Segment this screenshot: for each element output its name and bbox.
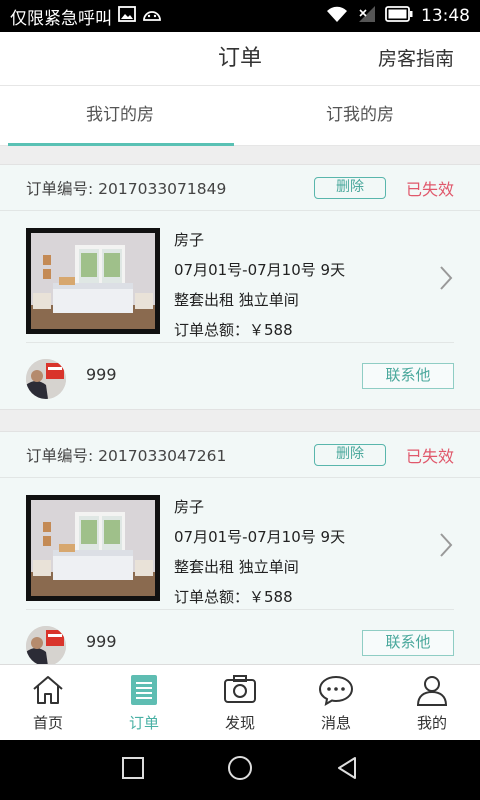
status-badge: 已失效 — [405, 179, 454, 199]
user-icon — [384, 674, 480, 708]
order-info: 房子 07月01号-07月10号 9天 整套出租 独立单间 订单总额：￥588 — [174, 492, 345, 612]
order-card: 订单编号: 2017033071849 删除 已失效 房子 07月01号-07月… — [0, 164, 480, 410]
delete-button[interactable]: 删除 — [313, 176, 386, 199]
nav-home-label: 首页 — [32, 714, 63, 732]
message-icon — [288, 674, 384, 708]
nav-messages[interactable]: 消息 — [288, 665, 384, 740]
system-nav-bar — [0, 740, 480, 800]
nav-orders[interactable]: 订单 — [96, 665, 192, 740]
contact-host-button[interactable]: 联系他 — [362, 630, 454, 656]
battery-icon — [385, 5, 413, 27]
house-photo — [26, 495, 160, 601]
order-list[interactable]: 订单编号: 2017033071849 删除 已失效 房子 07月01号-07月… — [0, 146, 480, 664]
order-tabs: 我订的房 订我的房 — [0, 86, 480, 146]
stay-dates: 07月01号-07月10号 9天 — [174, 261, 346, 279]
order-card: 订单编号: 2017033047261 删除 已失效 房子 07月01号-07月… — [0, 431, 480, 664]
tab-booked-by-others[interactable]: 订我的房 — [240, 86, 480, 145]
order-card-header: 订单编号: 2017033071849 删除 已失效 — [0, 165, 480, 211]
house-name: 房子 — [174, 231, 205, 249]
order-total: 订单总额：￥588 — [174, 321, 293, 339]
house-photo — [26, 228, 160, 334]
house-name: 房子 — [174, 498, 205, 516]
order-number: 订单编号: 2017033071849 — [26, 179, 227, 198]
wifi-icon — [325, 5, 349, 28]
rental-type: 整套出租 独立单间 — [174, 558, 299, 576]
home-icon — [0, 674, 96, 708]
stay-dates: 07月01号-07月10号 9天 — [174, 528, 346, 546]
image-notification-icon — [118, 5, 136, 27]
home-button-icon[interactable] — [226, 754, 254, 786]
host-name: 999 — [86, 365, 117, 384]
nav-discover-label: 发现 — [224, 714, 255, 732]
order-detail-row[interactable]: 房子 07月01号-07月10号 9天 整套出租 独立单间 订单总额：￥588 — [26, 211, 454, 343]
carrier-text: 仅限紧急呼叫 — [10, 8, 112, 29]
nav-profile-label: 我的 — [416, 714, 447, 732]
back-icon[interactable] — [335, 756, 359, 784]
avatar[interactable] — [26, 359, 66, 399]
status-badge: 已失效 — [405, 446, 454, 466]
signal-icon — [357, 5, 377, 28]
order-card-header: 订单编号: 2017033047261 删除 已失效 — [0, 432, 480, 478]
avatar[interactable] — [26, 626, 66, 664]
delete-button[interactable]: 删除 — [313, 443, 386, 466]
order-card-footer: 999 联系他 — [0, 610, 480, 664]
nav-profile[interactable]: 我的 — [384, 665, 480, 740]
order-card-footer: 999 联系他 — [0, 343, 480, 409]
recent-apps-icon[interactable] — [121, 756, 145, 784]
rental-type: 整套出租 独立单间 — [174, 291, 299, 309]
nav-discover[interactable]: 发现 — [192, 665, 288, 740]
status-bar: 仅限紧急呼叫 13:48 — [0, 0, 480, 32]
app-header: 订单 房客指南 — [0, 32, 480, 86]
bottom-nav: 首页 订单 发现 消息 我的 — [0, 664, 480, 740]
nav-orders-label: 订单 — [128, 714, 159, 732]
order-number: 订单编号: 2017033047261 — [26, 446, 227, 465]
chevron-right-icon — [438, 265, 454, 295]
nav-messages-label: 消息 — [320, 714, 351, 732]
contact-host-button[interactable]: 联系他 — [362, 363, 454, 389]
tab-my-bookings[interactable]: 我订的房 — [0, 86, 240, 146]
host-name: 999 — [86, 632, 117, 651]
nav-home[interactable]: 首页 — [0, 665, 96, 740]
order-info: 房子 07月01号-07月10号 9天 整套出租 独立单间 订单总额：￥588 — [174, 225, 345, 345]
clock: 13:48 — [421, 6, 470, 26]
chevron-right-icon — [438, 532, 454, 562]
order-total: 订单总额：￥588 — [174, 588, 293, 606]
camera-icon — [192, 674, 288, 708]
order-detail-row[interactable]: 房子 07月01号-07月10号 9天 整套出租 独立单间 订单总额：￥588 — [26, 478, 454, 610]
order-icon — [96, 674, 192, 708]
android-icon — [142, 6, 162, 26]
guest-guide-link[interactable]: 房客指南 — [378, 32, 454, 86]
